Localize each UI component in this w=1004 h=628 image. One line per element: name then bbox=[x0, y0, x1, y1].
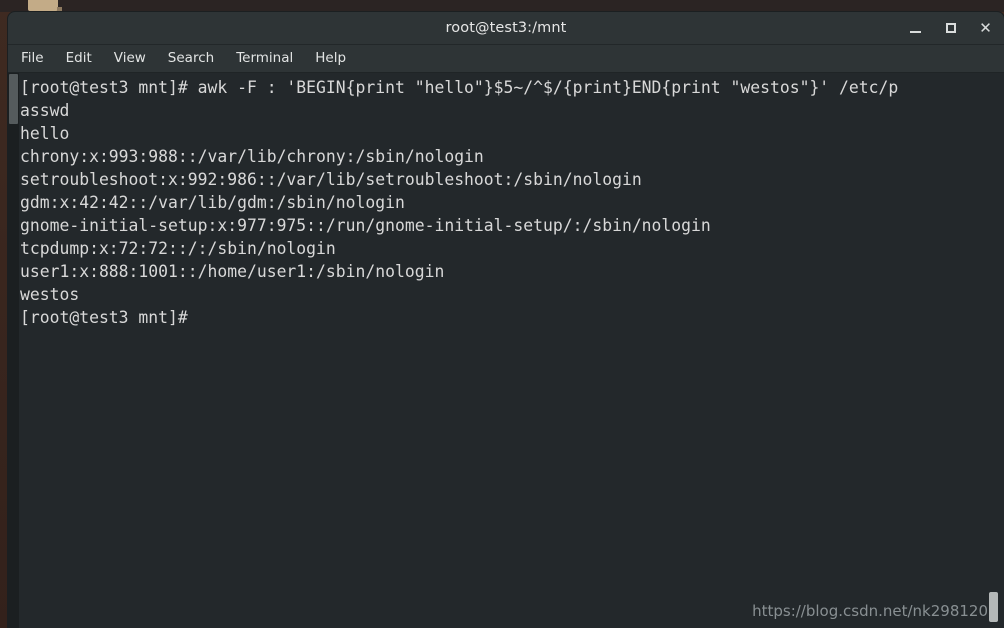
terminal-window: root@test3:/mnt ✕ File Edit View Search … bbox=[8, 12, 1004, 628]
minimize-button[interactable] bbox=[907, 20, 924, 37]
folder-icon[interactable] bbox=[28, 0, 62, 11]
menu-item-edit[interactable]: Edit bbox=[66, 48, 103, 69]
window-titlebar[interactable]: root@test3:/mnt ✕ bbox=[8, 12, 1004, 45]
terminal-line: gnome-initial-setup:x:977:975::/run/gnom… bbox=[20, 216, 711, 235]
scrollbar-thumb[interactable] bbox=[9, 74, 18, 124]
menu-item-terminal[interactable]: Terminal bbox=[236, 48, 304, 69]
terminal-line: setroubleshoot:x:992:986::/var/lib/setro… bbox=[20, 170, 642, 189]
menu-item-view[interactable]: View bbox=[114, 48, 157, 69]
terminal-body[interactable]: [root@test3 mnt]# awk -F : 'BEGIN{print … bbox=[8, 73, 1004, 628]
window-controls: ✕ bbox=[907, 12, 994, 44]
minimize-icon bbox=[910, 30, 921, 33]
menu-item-search[interactable]: Search bbox=[168, 48, 225, 69]
terminal-line: hello bbox=[20, 124, 70, 143]
terminal-prompt-line: [root@test3 mnt]# bbox=[20, 308, 188, 327]
menu-bar: File Edit View Search Terminal Help bbox=[8, 45, 1004, 73]
terminal-line: gdm:x:42:42::/var/lib/gdm:/sbin/nologin bbox=[20, 193, 405, 212]
scrollbar-nub[interactable] bbox=[989, 592, 998, 622]
terminal-line: tcpdump:x:72:72::/:/sbin/nologin bbox=[20, 239, 336, 258]
maximize-icon bbox=[945, 23, 956, 33]
terminal-line: asswd bbox=[20, 101, 70, 120]
terminal-line: westos bbox=[20, 285, 80, 304]
terminal-line: chrony:x:993:988::/var/lib/chrony:/sbin/… bbox=[20, 147, 484, 166]
menu-item-file[interactable]: File bbox=[21, 48, 55, 69]
menu-item-help[interactable]: Help bbox=[315, 48, 357, 69]
close-icon: ✕ bbox=[979, 18, 992, 37]
close-button[interactable]: ✕ bbox=[977, 20, 994, 37]
window-title: root@test3:/mnt bbox=[445, 20, 567, 36]
terminal-scrollbar[interactable] bbox=[8, 73, 19, 628]
terminal-output[interactable]: [root@test3 mnt]# awk -F : 'BEGIN{print … bbox=[19, 73, 1004, 628]
terminal-line: user1:x:888:1001::/home/user1:/sbin/nolo… bbox=[20, 262, 445, 281]
terminal-line: [root@test3 mnt]# awk -F : 'BEGIN{print … bbox=[20, 78, 899, 97]
desktop-top-panel bbox=[0, 0, 1004, 12]
maximize-button[interactable] bbox=[942, 20, 959, 37]
